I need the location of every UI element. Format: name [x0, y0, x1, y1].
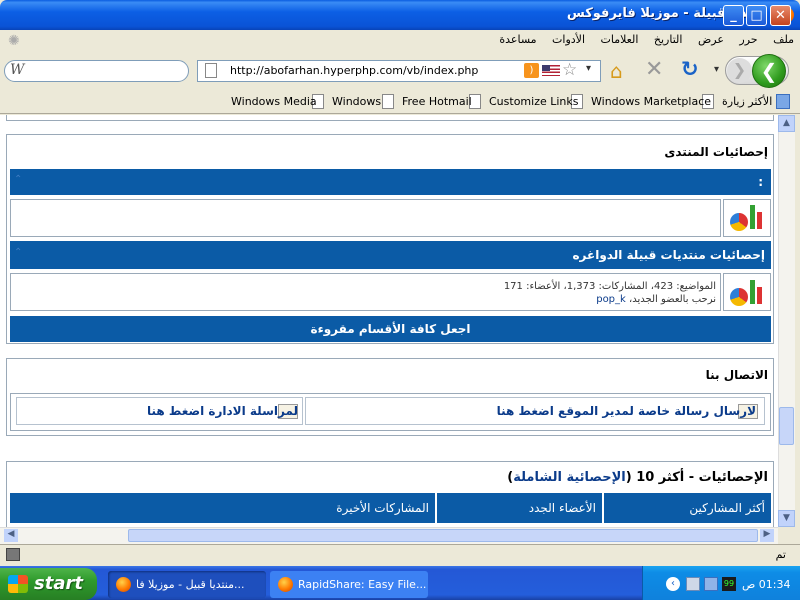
monitor-icon[interactable]: 99 [722, 577, 736, 591]
tribe-stats-bar: إحصائيات منتديات قبيلة الدواغره [10, 241, 771, 269]
col-latest-posts: المشاركات الأخيرة [10, 493, 435, 523]
top10-full-stats-link[interactable]: الإحصائية الشاملة [513, 470, 625, 485]
stats-line: المواضيع: 423، المشاركات: 1,373، الأعضاء… [503, 281, 716, 292]
wikipedia-icon[interactable]: W [10, 62, 24, 78]
menu-help[interactable]: مساعدة [493, 30, 542, 49]
tribe-stats-cell [10, 273, 721, 311]
newest-member-link[interactable]: pop_k [596, 294, 626, 305]
bookmark-windows[interactable]: Windows [332, 95, 381, 108]
close-button[interactable]: ✕ [770, 5, 791, 26]
menu-history[interactable]: التاريخ [648, 30, 689, 49]
vertical-scroll-thumb[interactable] [779, 407, 794, 445]
horizontal-scroll-thumb[interactable] [128, 529, 758, 542]
scroll-left-icon[interactable]: ◀ [4, 529, 18, 542]
addon-icon[interactable] [6, 548, 20, 561]
stats-cell-empty [10, 199, 721, 237]
status-text: تم [775, 548, 786, 561]
contact-admin-link[interactable]: لارسال رسالة خاصة لمدير الموقع اضغط هنا [497, 404, 756, 418]
scroll-down-icon[interactable]: ▼ [778, 510, 795, 527]
minimize-button[interactable]: _ [723, 5, 744, 26]
contact-mgmt-link[interactable]: لمراسلة الادارة اضغط هنا [147, 404, 298, 418]
task-forum-window[interactable]: منتديا قبيل - موزيلا فا... [108, 571, 266, 598]
url-text[interactable]: http://abofarhan.hyperphp.com/vb/index.p… [230, 64, 478, 77]
history-dropdown-icon[interactable]: ▾ [714, 64, 719, 75]
col-top-posters: أكثر المشاركين [604, 493, 771, 523]
mark-read-button[interactable]: اجعل كافة الأقسام مقروءة [10, 316, 771, 342]
collapse-icon[interactable]: ⌃ [14, 174, 22, 185]
throbber-icon: ✺ [8, 33, 20, 49]
previous-table-edge [6, 115, 774, 121]
search-input[interactable] [4, 60, 189, 82]
maximize-button[interactable]: □ [746, 5, 767, 26]
stop-icon[interactable]: ✕ [645, 57, 663, 82]
menu-tools[interactable]: الأدوات [546, 30, 591, 49]
menu-bar: ملف حرر عرض التاريخ العلامات الأدوات مسا… [0, 30, 800, 52]
speaker-icon[interactable] [704, 577, 718, 591]
scroll-up-icon[interactable]: ▲ [778, 115, 795, 132]
home-icon[interactable]: ⌂ [610, 59, 623, 83]
task-rapidshare-window[interactable]: RapidShare: Easy File... [270, 571, 428, 598]
contact-heading: الاتصال بنا [705, 368, 768, 382]
forum-stats-heading: إحصائيات المنتدى [664, 145, 768, 159]
menu-file[interactable]: ملف [767, 30, 800, 49]
url-dropdown-icon[interactable]: ▾ [586, 63, 591, 74]
us-flag-icon[interactable] [542, 65, 560, 76]
clock: 01:34 ص [742, 578, 791, 591]
menu-view[interactable]: عرض [692, 30, 730, 49]
bookmark-star-icon[interactable]: ☆ [562, 60, 577, 80]
col-new-members: الأعضاء الجدد [437, 493, 602, 523]
back-icon[interactable]: ❮ [752, 54, 786, 88]
firefox-icon [116, 577, 131, 592]
bookmark-windows-media[interactable]: Windows Media [231, 95, 317, 108]
stats-chart-icon [728, 203, 766, 231]
bookmark-free-hotmail[interactable]: Free Hotmail [402, 95, 472, 108]
bookmark-windows-marketplace[interactable]: Windows Marketplace [591, 95, 711, 108]
top10-heading-text: الإحصائيات - أكثر 10 ( [625, 470, 768, 485]
welcome-prefix: نرحب بالعضو الجديد، [625, 294, 716, 305]
top10-heading: الإحصائيات - أكثر 10 (الإحصائية الشاملة) [507, 470, 768, 485]
bookmark-page-icon [382, 94, 394, 109]
tray-expand-icon[interactable]: ‹ [666, 577, 680, 591]
menu-edit[interactable]: حرر [733, 30, 763, 49]
rss-icon[interactable]: ) [524, 63, 539, 78]
network-icon[interactable] [686, 577, 700, 591]
firefox-icon [278, 577, 293, 592]
status-bar [0, 544, 800, 566]
reload-icon[interactable]: ↻ [681, 57, 699, 81]
vertical-scrollbar[interactable] [778, 115, 795, 527]
bookmark-most-visited[interactable]: الأكثر زيارة [722, 95, 772, 108]
page-icon [205, 63, 217, 78]
scroll-right-icon[interactable]: ▶ [760, 529, 774, 542]
forward-icon[interactable]: ❯ [727, 58, 752, 83]
windows-logo-icon [8, 575, 28, 593]
stats-bar: : [10, 169, 771, 195]
collapse-icon[interactable]: ⌃ [14, 247, 22, 258]
most-visited-icon[interactable] [776, 94, 790, 109]
forum-stats-section [6, 134, 774, 344]
menu-bookmarks[interactable]: العلامات [595, 30, 645, 49]
bookmark-customize-links[interactable]: Customize Links [489, 95, 579, 108]
welcome-line: نرحب بالعضو الجديد، pop_k [596, 294, 716, 305]
stats-chart-icon [728, 278, 766, 306]
